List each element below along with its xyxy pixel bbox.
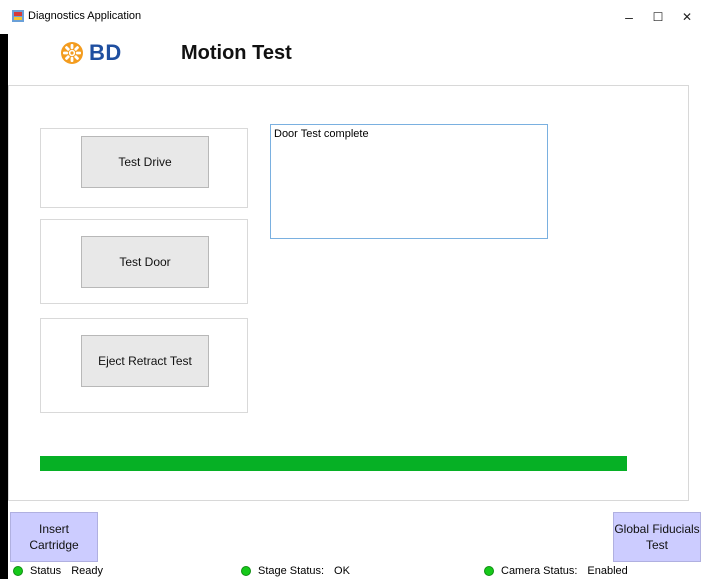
maximize-button[interactable]: ☐ <box>645 6 671 28</box>
status-item-stage: Stage Status: OK <box>241 563 350 579</box>
status-indicator-icon <box>13 566 23 576</box>
bd-logo-icon <box>61 42 83 64</box>
status-label: Status <box>30 565 62 577</box>
status-item-camera: Camera Status: Enabled <box>484 563 628 579</box>
window-left-border <box>0 20 8 579</box>
eject-retract-test-button[interactable]: Eject Retract Test <box>81 335 209 387</box>
test-drive-button[interactable]: Test Drive <box>81 136 209 188</box>
stage-status-label: Stage Status: <box>258 565 325 577</box>
progress-fill <box>40 456 627 471</box>
camera-status-label: Camera Status: <box>501 565 578 577</box>
title-bar: Diagnostics Application – ☐ ✕ <box>0 0 701 34</box>
status-item-status: Status Ready <box>13 563 103 579</box>
minimize-button[interactable]: – <box>616 6 642 28</box>
global-fiducials-label: Global Fiducials Test <box>614 522 700 552</box>
status-bar: Status Ready Stage Status: OK Camera Sta… <box>8 563 701 579</box>
camera-status-indicator-icon <box>484 566 494 576</box>
camera-status-value: Enabled <box>587 565 628 577</box>
bd-logo: BD <box>59 40 122 66</box>
app-icon <box>12 10 24 22</box>
close-button[interactable]: ✕ <box>674 6 700 28</box>
logo-text: BD <box>89 40 122 65</box>
insert-cartridge-button[interactable]: Insert Cartridge <box>10 512 98 562</box>
test-door-button[interactable]: Test Door <box>81 236 209 288</box>
stage-status-value: OK <box>334 565 350 577</box>
progress-bar <box>40 456 627 471</box>
insert-cartridge-label: Insert Cartridge <box>29 522 79 552</box>
window-title: Diagnostics Application <box>28 10 142 22</box>
global-fiducials-test-button[interactable]: Global Fiducials Test <box>613 512 701 562</box>
test-log-textbox[interactable]: Door Test complete <box>270 124 548 239</box>
stage-status-indicator-icon <box>241 566 251 576</box>
page-title: Motion Test <box>181 42 292 64</box>
status-value: Ready <box>71 565 103 577</box>
